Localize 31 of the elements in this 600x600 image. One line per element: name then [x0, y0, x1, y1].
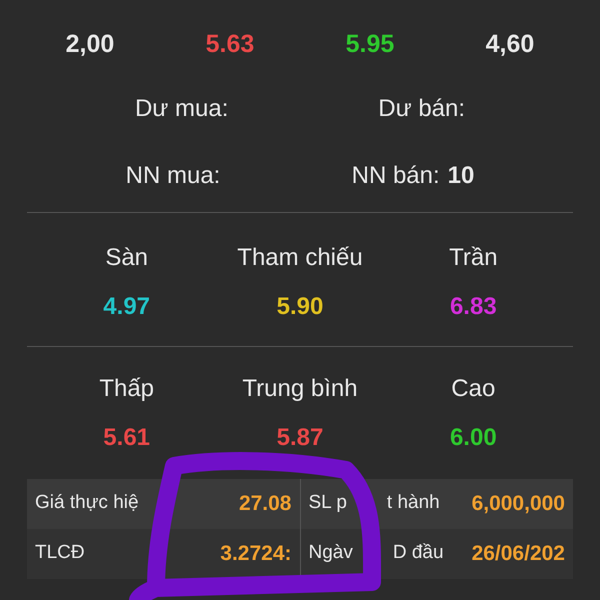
field-label: NN bán:: [352, 160, 440, 190]
price-value: 5.63: [206, 29, 254, 60]
stat-label: Thấp: [99, 374, 154, 404]
detail-label: t hành: [386, 491, 440, 516]
detail-label: Ngàv: [308, 541, 353, 566]
detail-value: 26/06/202: [472, 540, 565, 567]
detail-label: TLCĐ: [35, 541, 85, 566]
price-value: 2,00: [66, 29, 114, 60]
field-label: NN mua:: [126, 160, 220, 190]
stat-label: Trần: [449, 242, 498, 272]
stat-label: Cao: [451, 374, 496, 404]
stat-value: 5.87: [276, 422, 324, 452]
detail-value: 27.08: [238, 490, 292, 517]
price-value: 5.95: [346, 29, 394, 60]
stat-value: 4.97: [103, 292, 150, 322]
stat-label: Tham chiếu: [237, 242, 363, 272]
stat-value: 6.00: [450, 422, 497, 452]
price-value: 4,60: [486, 29, 534, 60]
stat-label: Trung bình: [242, 374, 358, 404]
field-label: Dư bán:: [378, 94, 466, 124]
stat-value: 5.90: [276, 292, 324, 322]
field-value: 10: [448, 160, 474, 190]
detail-label: Giá thực hiệ: [35, 491, 139, 516]
stat-label: Sàn: [105, 242, 148, 272]
stat-value: 5.61: [103, 422, 150, 452]
field-label: Dư mua:: [134, 94, 228, 124]
stat-value: 6.83: [450, 292, 497, 322]
detail-label: D đầu: [392, 541, 444, 566]
detail-value: 3.2724:: [220, 540, 292, 567]
detail-label: SL p: [308, 491, 347, 516]
detail-value: 6,000,000: [472, 490, 565, 517]
